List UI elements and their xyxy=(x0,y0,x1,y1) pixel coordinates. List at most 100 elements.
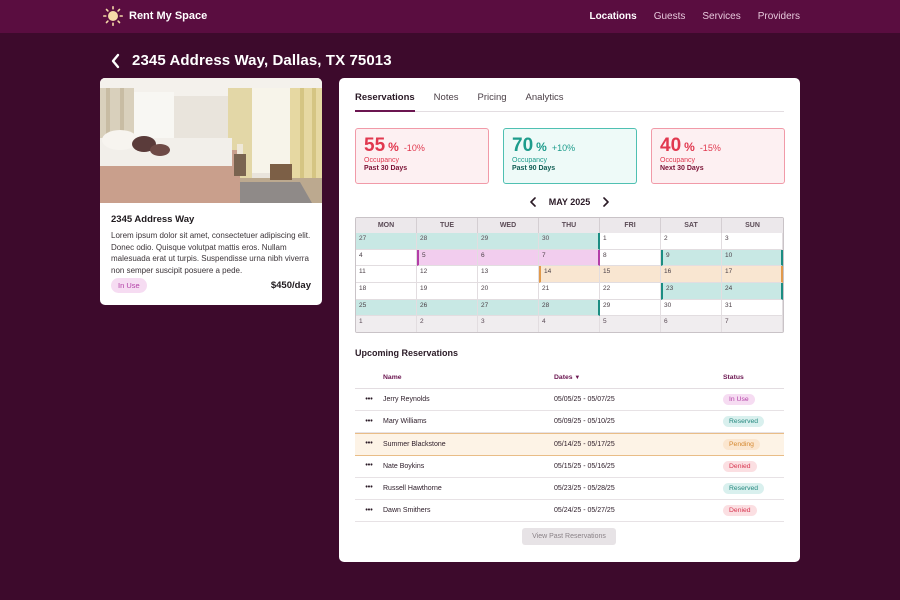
sort-down-icon[interactable]: ▼ xyxy=(574,375,580,381)
calendar-day[interactable]: 1 xyxy=(600,233,661,250)
calendar-day[interactable]: 14 xyxy=(539,266,600,284)
calendar-day[interactable]: 30 xyxy=(539,233,600,250)
reservation-status-cell: Denied xyxy=(723,505,784,517)
more-options-icon[interactable]: ••• xyxy=(355,462,383,469)
nav-services[interactable]: Services xyxy=(702,11,740,22)
reservation-guest-name: Dawn Smithers xyxy=(383,507,431,515)
calendar-day[interactable]: 27 xyxy=(478,299,539,317)
calendar-day[interactable]: 7 xyxy=(722,316,783,332)
table-row[interactable]: ••• Jerry Reynolds 05/05/25 - 05/07/25 In U… xyxy=(355,389,784,412)
stat-period: Past 90 Days xyxy=(512,165,556,172)
calendar-day[interactable]: 15 xyxy=(600,266,661,284)
calendar-day[interactable]: 1 xyxy=(356,316,417,332)
calendar-day[interactable]: 13 xyxy=(478,266,539,284)
property-price: $450/day xyxy=(270,280,311,291)
calendar-day[interactable]: 5 xyxy=(600,316,661,332)
calendar-day[interactable]: 3 xyxy=(478,316,539,332)
stat-delta: -15% xyxy=(699,143,721,153)
calendar-day[interactable]: 31 xyxy=(722,299,783,317)
stat-label: Occupancy xyxy=(512,157,548,164)
calendar-day[interactable]: 20 xyxy=(478,283,539,300)
more-options-icon[interactable]: ••• xyxy=(355,440,383,447)
status-badge: Reserved xyxy=(723,482,765,494)
calendar-day[interactable]: 19 xyxy=(417,283,478,300)
calendar-day[interactable]: 30 xyxy=(661,299,722,317)
calendar-day[interactable]: 8 xyxy=(600,249,661,267)
calendar-day[interactable]: 5 xyxy=(417,249,478,267)
calendar-day[interactable]: 4 xyxy=(539,316,600,332)
calendar-day[interactable]: 16 xyxy=(661,266,722,284)
table-row[interactable]: ••• Nate Boykins 05/15/25 - 05/16/25 Denied xyxy=(355,456,784,478)
stat-value: 40 xyxy=(660,135,682,156)
nav-providers[interactable]: Providers xyxy=(758,11,800,22)
calendar-day[interactable]: 22 xyxy=(600,283,661,300)
weekday-mon: MON xyxy=(356,218,417,233)
property-bedroom-photo xyxy=(100,78,322,203)
nav-guests[interactable]: Guests xyxy=(654,11,686,22)
view-past-reservations-button[interactable]: View Past Reservations xyxy=(522,528,616,545)
table-row[interactable]: ••• Russell Hawthorne 05/23/25 - 05/28/25 R… xyxy=(355,478,784,500)
calendar-day[interactable]: 3 xyxy=(722,233,783,250)
tab-analytics[interactable]: Analytics xyxy=(526,90,564,112)
calendar-day[interactable]: 17 xyxy=(722,266,783,284)
calendar-day[interactable]: 26 xyxy=(417,299,478,317)
reservations-panel: Reservations Notes Pricing Analytics 5 5%… xyxy=(339,78,800,562)
calendar-day[interactable]: 6 xyxy=(478,249,539,267)
calendar-day[interactable]: 7 xyxy=(539,249,600,267)
calendar-day[interactable]: 4 xyxy=(356,249,417,267)
nav-locations[interactable]: Locations xyxy=(589,11,636,22)
calendar-day[interactable]: 27 xyxy=(356,233,417,250)
calendar-day[interactable]: 10 xyxy=(722,249,783,267)
calendar-month-nav: MAY 2025 xyxy=(339,197,800,207)
tab-pricing[interactable]: Pricing xyxy=(478,90,507,112)
more-options-icon[interactable]: ••• xyxy=(355,484,383,491)
stat-label: Occupancy xyxy=(660,157,696,164)
status-badge: Reserved xyxy=(723,416,765,428)
calendar-day[interactable]: 12 xyxy=(417,266,478,284)
calendar-day[interactable]: 21 xyxy=(539,283,600,300)
reservation-guest-name: Jerry Reynolds xyxy=(383,396,430,404)
calendar-day[interactable]: 25 xyxy=(356,299,417,317)
reservation-dates: 05/14/25 - 05/17/25 xyxy=(554,440,615,448)
reservation-status-cell: In Use xyxy=(723,394,784,406)
column-header-status[interactable]: Status xyxy=(723,374,784,381)
table-row[interactable]: ••• Dawn Smithers 05/24/25 - 05/27/25 Denie… xyxy=(355,500,784,523)
brand[interactable]: Rent My Space xyxy=(103,6,207,26)
property-status-badge: In Use xyxy=(111,278,147,293)
calendar-day[interactable]: 28 xyxy=(539,299,600,317)
column-header-dates[interactable]: Dates ▼ xyxy=(554,374,723,381)
chevron-left-icon[interactable] xyxy=(529,197,537,207)
chevron-left-back-icon[interactable] xyxy=(110,53,122,69)
table-row[interactable]: ••• Summer Blackstone 05/14/25 - 05/17/25 P… xyxy=(355,433,784,456)
tab-notes[interactable]: Notes xyxy=(434,90,459,112)
table-row[interactable]: ••• Mary Williams 05/09/25 - 05/10/25 Reser… xyxy=(355,411,784,434)
main-nav: Locations Guests Services Providers xyxy=(589,0,800,33)
calendar-day[interactable]: 29 xyxy=(600,299,661,317)
stat-percent-sign: % xyxy=(684,140,695,154)
property-card[interactable]: 2345 Address Way Lorem ipsum dolor sit a… xyxy=(100,78,322,305)
stat-delta: +10% xyxy=(551,143,576,153)
calendar-day[interactable]: 2 xyxy=(417,316,478,332)
calendar-day[interactable]: 6 xyxy=(661,316,722,332)
more-options-icon[interactable]: ••• xyxy=(355,507,383,514)
calendar-day[interactable]: 29 xyxy=(478,233,539,250)
column-header-dates-label: Dates xyxy=(554,374,573,381)
page-title: 2345 Address Way, Dallas, TX 75013 xyxy=(132,52,392,69)
chevron-right-icon[interactable] xyxy=(602,197,610,207)
stat-value: 70 xyxy=(512,135,534,156)
more-options-icon[interactable]: ••• xyxy=(355,418,383,425)
calendar-day[interactable]: 28 xyxy=(417,233,478,250)
more-options-icon[interactable]: ••• xyxy=(355,396,383,403)
tab-reservations[interactable]: Reservations xyxy=(355,90,415,112)
calendar-day[interactable]: 9 xyxy=(661,249,722,267)
calendar-day[interactable]: 18 xyxy=(356,283,417,300)
stat-delta: -10% xyxy=(403,143,425,153)
stat-label: Occupancy xyxy=(364,157,400,164)
calendar-day[interactable]: 23 xyxy=(661,283,722,300)
calendar-day[interactable]: 24 xyxy=(722,283,783,300)
calendar-day[interactable]: 2 xyxy=(661,233,722,250)
reservation-dates: 05/05/25 - 05/07/25 xyxy=(554,396,615,404)
column-header-name[interactable]: Name xyxy=(383,374,554,381)
table-body: ••• Jerry Reynolds 05/05/25 - 05/07/25 In U… xyxy=(355,389,784,523)
calendar-day[interactable]: 11 xyxy=(356,266,417,284)
